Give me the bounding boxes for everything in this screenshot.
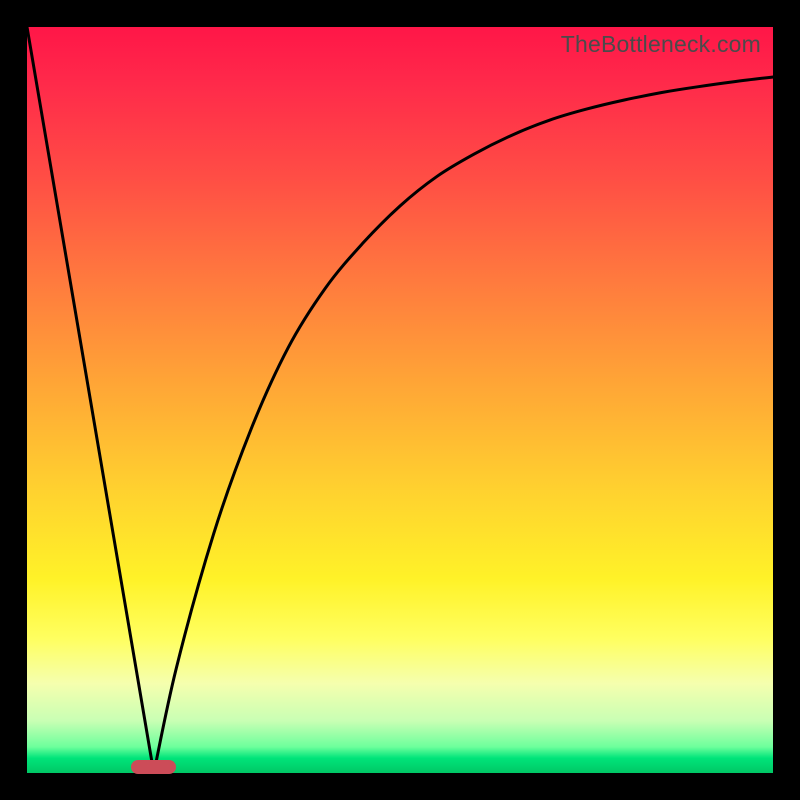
- chart-frame: TheBottleneck.com: [0, 0, 800, 800]
- chart-lines: [27, 27, 773, 773]
- left-line-path: [27, 27, 154, 773]
- minimum-marker: [131, 760, 176, 774]
- right-curve-path: [154, 77, 773, 773]
- plot-area: TheBottleneck.com: [27, 27, 773, 773]
